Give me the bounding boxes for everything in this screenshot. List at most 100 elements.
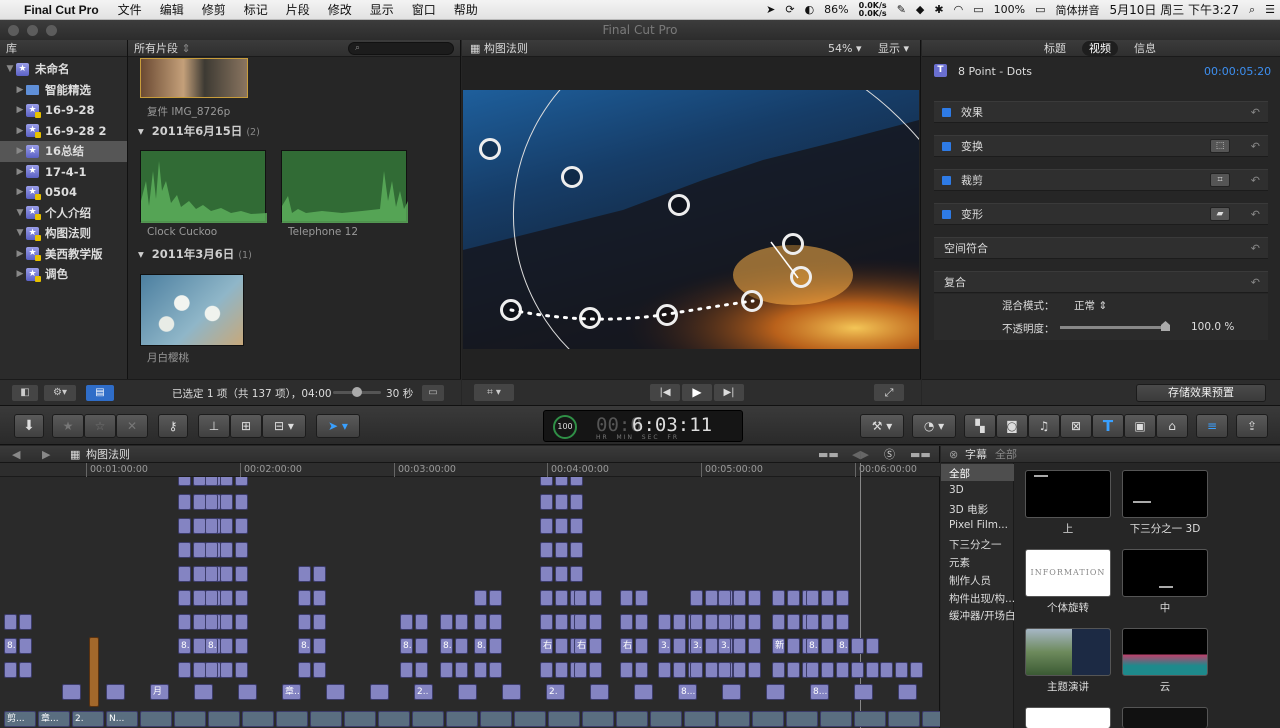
forward-arrow-icon[interactable]: ▶ xyxy=(42,446,50,463)
timeline-clip[interactable] xyxy=(194,684,213,700)
timeline-clip[interactable] xyxy=(140,711,172,727)
timeline-clip[interactable]: 右 xyxy=(574,638,587,654)
timeline-clip[interactable] xyxy=(276,711,308,727)
library-item[interactable]: ▶ ★ 16-9-28 xyxy=(0,100,127,121)
dropbox-icon[interactable]: ◆ xyxy=(911,3,929,16)
zoom-level[interactable]: 54% ▾ xyxy=(828,40,861,57)
import-button[interactable]: ⬇ xyxy=(14,414,44,438)
filmstrip-view-button[interactable]: ▤ xyxy=(86,385,114,401)
library-item[interactable]: ▼ ★ 构图法则 xyxy=(0,223,127,244)
library-toggle-button[interactable]: ◧ xyxy=(12,385,38,401)
timeline-clip[interactable]: 剪... xyxy=(4,711,36,727)
inspector-toggle-icon[interactable]: ≡ xyxy=(1196,414,1228,438)
timeline-clip[interactable] xyxy=(690,590,703,606)
timeline-clip[interactable] xyxy=(455,638,468,654)
transform-onscreen-icon[interactable]: ⬚ xyxy=(1210,139,1230,153)
timeline-clip[interactable] xyxy=(235,590,248,606)
timeline-clip[interactable] xyxy=(733,662,746,678)
timeline-clip[interactable]: 8... xyxy=(440,638,453,654)
reset-icon[interactable]: ↶ xyxy=(1251,208,1260,221)
loading-icon[interactable]: ◐ xyxy=(800,3,820,16)
disclosure-triangle-icon[interactable]: ▶ xyxy=(14,167,26,177)
audio-clip-thumbnail[interactable] xyxy=(281,150,408,223)
timeline-clip[interactable] xyxy=(555,477,568,486)
timeline-clip[interactable] xyxy=(174,711,206,727)
insert-clip-icon[interactable]: ⊞ xyxy=(230,414,262,438)
timeline-clip[interactable] xyxy=(718,614,731,630)
enhancements-wand-icon[interactable]: ⚒ ▾ xyxy=(860,414,904,438)
titles-category[interactable]: Pixel Film... xyxy=(949,519,1008,531)
timeline-clip[interactable] xyxy=(326,684,345,700)
timeline-clip[interactable] xyxy=(415,614,428,630)
snapping-icon[interactable]: ▬▬ xyxy=(910,446,931,463)
timeline-clip[interactable] xyxy=(540,566,553,582)
timeline-clip[interactable] xyxy=(620,590,633,606)
timeline-clip[interactable]: 8... xyxy=(678,684,697,700)
menu-trim[interactable]: 修剪 xyxy=(193,1,235,18)
zoom-icon[interactable] xyxy=(46,25,57,36)
timeline-clip[interactable] xyxy=(635,638,648,654)
timeline-clip[interactable] xyxy=(888,711,920,727)
timeline-clip[interactable] xyxy=(748,614,761,630)
timeline-clip[interactable] xyxy=(634,684,653,700)
timeline-clip[interactable] xyxy=(220,638,233,654)
timeline-clip[interactable] xyxy=(220,566,233,582)
timeline-clip[interactable] xyxy=(178,566,191,582)
timeline-clip[interactable] xyxy=(786,711,818,727)
blend-mode-select[interactable]: 正常 ⇕ xyxy=(1074,298,1107,313)
section-transform[interactable]: 变换 ⬚ ↶ xyxy=(934,135,1268,157)
section-effects[interactable]: 效果 ↶ xyxy=(934,101,1268,123)
close-icon[interactable] xyxy=(8,25,19,36)
timeline-clip[interactable] xyxy=(821,590,834,606)
library-item[interactable]: ▶ ★ 16-9-28 2 xyxy=(0,121,127,142)
titles-category[interactable]: 缓冲器/开场白 xyxy=(949,608,1016,623)
reset-icon[interactable]: ↶ xyxy=(1251,174,1260,187)
timeline-clip[interactable] xyxy=(440,662,453,678)
timeline-clip[interactable]: 8... xyxy=(836,638,849,654)
reset-icon[interactable]: ↶ xyxy=(1251,106,1260,119)
timeline-clip[interactable] xyxy=(474,614,487,630)
reset-icon[interactable]: ↶ xyxy=(1251,242,1260,255)
connect-clip-icon[interactable]: ⊥ xyxy=(198,414,230,438)
timeline-clip[interactable] xyxy=(548,711,580,727)
timeline-clip[interactable] xyxy=(922,711,940,727)
timeline-clip[interactable] xyxy=(821,638,834,654)
disclosure-triangle-icon[interactable]: ▶ xyxy=(14,269,26,279)
timeline-clip[interactable] xyxy=(19,614,32,630)
disclosure-triangle-icon[interactable]: ▶ xyxy=(14,146,26,156)
timeline-clip[interactable] xyxy=(787,590,800,606)
library-item[interactable]: ▶ ★ 16总结 xyxy=(0,141,127,162)
timeline-clip[interactable] xyxy=(787,614,800,630)
menu-help[interactable]: 帮助 xyxy=(445,1,487,18)
timeline-clip[interactable] xyxy=(836,590,849,606)
timeline-clip[interactable] xyxy=(690,614,703,630)
timeline-clip[interactable]: 2. xyxy=(72,711,104,727)
timeline-clip[interactable] xyxy=(19,638,32,654)
timeline-clip[interactable] xyxy=(866,662,879,678)
timeline-clip[interactable] xyxy=(313,590,326,606)
timeline-clip[interactable] xyxy=(718,590,731,606)
timeline-clip[interactable] xyxy=(766,684,785,700)
reset-icon[interactable]: ↶ xyxy=(1251,140,1260,153)
titles-filter[interactable]: 全部 xyxy=(995,446,1017,463)
disclosure-triangle-icon[interactable]: ▶ xyxy=(14,85,26,95)
titles-category[interactable]: 元素 xyxy=(949,555,970,570)
timeline-clip[interactable] xyxy=(458,684,477,700)
music-note-icon[interactable]: ♫ xyxy=(1028,414,1060,438)
timeline-clip[interactable] xyxy=(310,711,342,727)
timeline-clip[interactable] xyxy=(235,518,248,534)
disclosure-triangle-icon[interactable]: ▼ xyxy=(14,208,26,218)
tab-video[interactable]: 视频 xyxy=(1082,41,1118,56)
opacity-value[interactable]: 100.0 % xyxy=(1191,321,1234,333)
title-thumb-upper[interactable] xyxy=(1025,470,1111,518)
timeline-clip[interactable] xyxy=(836,614,849,630)
timeline-clip[interactable] xyxy=(570,542,583,558)
timeline-clip[interactable] xyxy=(895,662,908,678)
menu-edit[interactable]: 编辑 xyxy=(151,1,193,18)
timeline-clip[interactable] xyxy=(540,662,553,678)
timeline-clip[interactable] xyxy=(540,590,553,606)
timeline-clip[interactable]: 8... xyxy=(178,638,191,654)
generators-icon[interactable]: ▣ xyxy=(1124,414,1156,438)
timeline-clip[interactable] xyxy=(589,590,602,606)
titles-category[interactable]: 下三分之一 xyxy=(949,537,1002,552)
